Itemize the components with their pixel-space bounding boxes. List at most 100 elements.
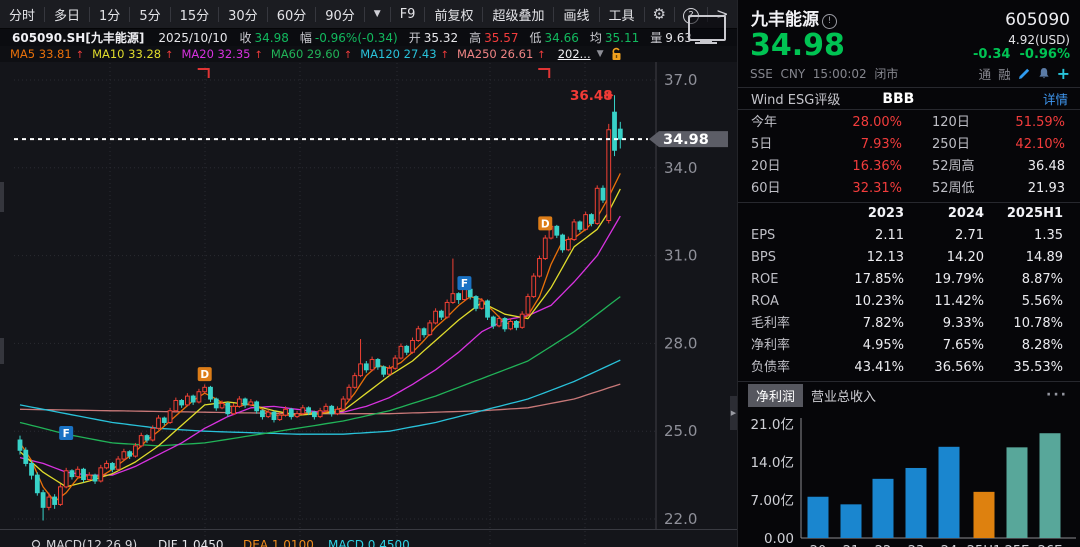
stock-code: 605090 [1005, 10, 1070, 30]
bar-21 [841, 504, 862, 538]
pencil-icon[interactable] [1018, 67, 1031, 80]
chart-toolbar: 分时多日1分5分15分30分60分90分▼F9前复权超级叠加画线工具⚙?> [0, 0, 737, 29]
chevron-down-icon[interactable]: ▼ [597, 49, 604, 59]
svg-text:MACD(12,26,9): MACD(12,26,9) [46, 538, 137, 547]
return-value: 32.31% [803, 178, 902, 200]
stock-info-panel: 九丰能源! 605090 34.98 4.92(USD) -0.34 -0.96… [737, 0, 1080, 547]
fin-row-value: 8.87% [984, 269, 1063, 291]
return-label: 20日 [751, 156, 803, 178]
fin-row-label: ROE [751, 269, 806, 291]
profit-bar-chart[interactable]: 21.0亿14.0亿7.00亿0.00202122232425H125E26E [738, 408, 1080, 547]
toolbar-tab-3[interactable]: 5分 [130, 5, 169, 24]
svg-text:37.0: 37.0 [664, 71, 697, 89]
fin-row-value: 10.23% [806, 291, 904, 313]
financials-table: 202320242025H1EPS2.112.711.35BPS12.1314.… [738, 203, 1080, 381]
add-icon[interactable]: + [1057, 68, 1070, 80]
return-label: 60日 [751, 178, 803, 200]
screen-monitor-icon[interactable] [688, 15, 726, 41]
toolbar-tab-2[interactable]: 1分 [90, 5, 129, 24]
unlock-icon[interactable] [610, 47, 623, 61]
info-icon[interactable]: ! [822, 14, 837, 29]
svg-text:F: F [63, 428, 70, 440]
trading-terminal: 37.034.031.028.025.022.0FDFD34.9836.48MA… [0, 0, 1080, 547]
spacer [902, 134, 932, 156]
quote-field-label-0: 收 [239, 31, 251, 45]
svg-text:21.0亿: 21.0亿 [750, 417, 794, 433]
ma-item-undefined: MA250 26.61 [457, 47, 533, 61]
fin-row-value: 7.65% [904, 335, 984, 357]
fin-row-value: 14.20 [904, 247, 984, 269]
toolbar-action-2[interactable]: 超级叠加 [483, 5, 553, 24]
more-menu-icon[interactable]: ··· [1046, 387, 1068, 403]
toolbar-action-1[interactable]: 前复权 [425, 5, 482, 24]
return-value: 28.00% [803, 112, 902, 134]
market-status-line: SSE CNY 15:00:02 闭市 [750, 65, 898, 82]
fin-row-value: 5.56% [984, 291, 1063, 313]
svg-text:34.0: 34.0 [664, 159, 697, 177]
esg-label: Wind ESG评级 [751, 89, 840, 108]
quote-field-value-0: 34.98 [255, 31, 289, 45]
fin-row-value: 10.78% [984, 313, 1063, 335]
fin-row-value: 12.13 [806, 247, 904, 269]
bar-25H1 [974, 492, 995, 538]
gear-icon[interactable]: ⚙ [645, 5, 674, 23]
spacer [902, 112, 932, 134]
candlestick-chart[interactable]: 37.034.031.028.025.022.0FDFD34.9836.48MA… [0, 0, 737, 547]
up-arrow-icon: ↑ [441, 50, 449, 61]
fin-row-label: ROA [751, 291, 806, 313]
toolbar-tab-7[interactable]: 90分 [316, 5, 364, 24]
quote-field-value-3: 35.57 [484, 31, 518, 45]
spacer [902, 156, 932, 178]
quote-fields: 收34.98幅-0.96%(-0.34)开35.32高35.57低34.66均3… [239, 29, 703, 46]
toolbar-dropdown-icon[interactable]: ▼ [365, 9, 390, 19]
window-edge-handle[interactable] [0, 338, 4, 364]
svg-text:34.98: 34.98 [663, 132, 709, 148]
toolbar-action-4[interactable]: 工具 [600, 5, 644, 24]
return-label: 250日 [932, 134, 987, 156]
toolbar-tab-6[interactable]: 60分 [268, 5, 316, 24]
fin-row-value: 17.85% [806, 269, 904, 291]
toolbar-action-0[interactable]: F9 [391, 7, 425, 22]
toolbar-tab-5[interactable]: 30分 [219, 5, 267, 24]
fin-row-value: 43.41% [806, 357, 904, 379]
return-value: 36.48 [987, 156, 1065, 178]
esg-row: Wind ESG评级 BBB 详情 [738, 88, 1080, 109]
quote-field-label-4: 低 [530, 31, 542, 45]
fin-row-value: 19.79% [904, 269, 984, 291]
bell-icon[interactable] [1038, 67, 1050, 80]
tab-total-revenue[interactable]: 营业总收入 [803, 384, 884, 407]
toolbar-tab-4[interactable]: 15分 [171, 5, 219, 24]
ma-item-undefined: MA5 33.81 [10, 47, 72, 61]
up-arrow-icon: ↑ [254, 50, 262, 61]
fin-row-label: BPS [751, 247, 806, 269]
return-label: 今年 [751, 112, 803, 134]
period-dropdown[interactable]: 202... [558, 47, 591, 61]
returns-grid: 今年28.00%120日51.59%5日7.93%250日42.10%20日16… [738, 110, 1080, 202]
svg-text:DEA 1.0100: DEA 1.0100 [243, 538, 314, 547]
return-value: 7.93% [803, 134, 902, 156]
bar-22 [873, 479, 894, 538]
quote-field-value-4: 34.66 [545, 31, 579, 45]
fin-corner [751, 203, 806, 225]
svg-text:F: F [461, 278, 468, 290]
margin-badge-rong: 融 [998, 64, 1011, 83]
fin-row-value: 7.82% [806, 313, 904, 335]
return-label: 120日 [932, 112, 987, 134]
tab-net-profit[interactable]: 净利润 [748, 384, 803, 407]
svg-text:25.0: 25.0 [664, 422, 697, 440]
up-arrow-icon: ↑ [165, 50, 173, 61]
window-edge-handle[interactable] [0, 182, 4, 212]
quote-date: 2025/10/10 [158, 31, 227, 45]
fin-row-value: 4.95% [806, 335, 904, 357]
bar-26E [1040, 433, 1061, 538]
return-value: 16.36% [803, 156, 902, 178]
toolbar-tab-1[interactable]: 多日 [45, 5, 89, 24]
toolbar-tab-0[interactable]: 分时 [0, 5, 44, 24]
panel-collapse-handle[interactable]: ▶ [730, 396, 737, 430]
svg-text:22.0: 22.0 [664, 510, 697, 528]
fin-row-value: 11.42% [904, 291, 984, 313]
toolbar-action-3[interactable]: 画线 [554, 5, 598, 24]
ma-item-undefined: MA60 29.60 [271, 47, 340, 61]
esg-detail-link[interactable]: 详情 [1043, 89, 1068, 108]
chart-section: 37.034.031.028.025.022.0FDFD34.9836.48MA… [0, 0, 737, 547]
